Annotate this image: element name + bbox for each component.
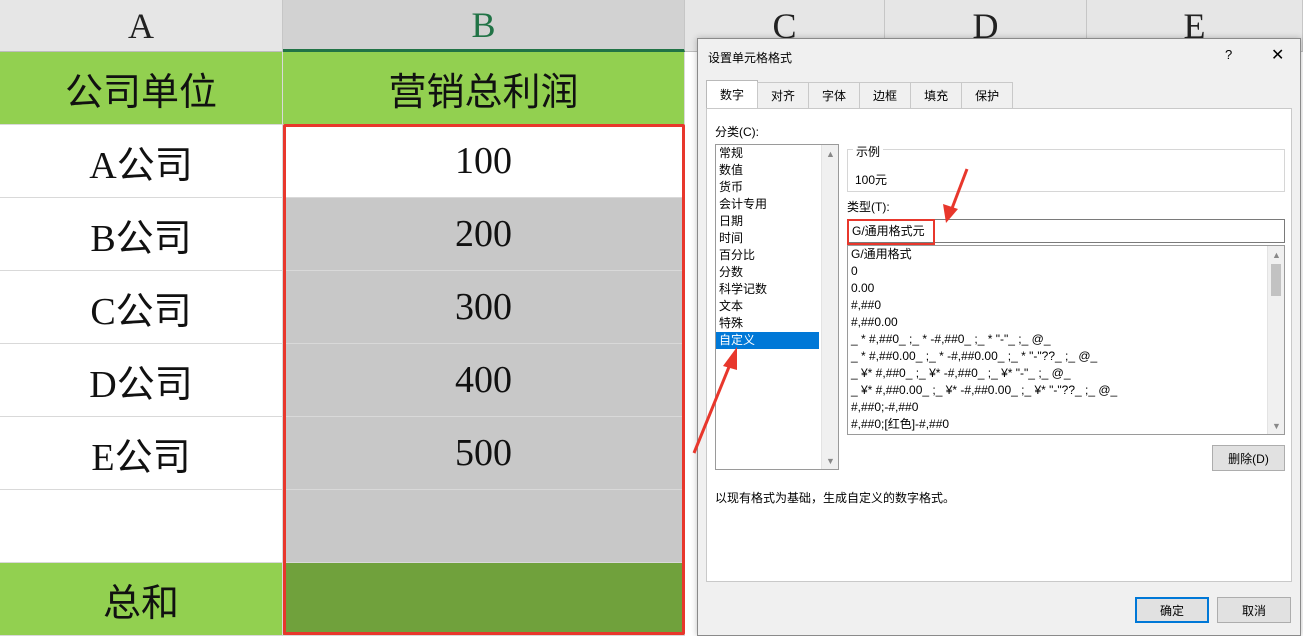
sample-label: 示例 [853,143,884,160]
format-item[interactable]: #,##0.00 [848,314,1284,331]
tab-number[interactable]: 数字 [706,80,759,108]
category-list[interactable]: 常规 数值 货币 会计专用 日期 时间 百分比 分数 科学记数 文本 特殊 自定… [715,144,839,470]
cell-b1-header[interactable]: 营销总利润 [283,52,685,125]
dialog-tabs: 数字 对齐 字体 边框 填充 保护 [706,80,1014,108]
ok-button[interactable]: 确定 [1135,597,1209,623]
category-scrollbar[interactable]: ▲ ▼ [821,145,838,469]
format-list[interactable]: G/通用格式 0 0.00 #,##0 #,##0.00 _ * #,##0_ … [847,245,1285,435]
category-item[interactable]: 分数 [716,264,819,281]
format-item[interactable]: #,##0;-#,##0 [848,399,1284,416]
dialog-title: 设置单元格格式 [708,51,793,65]
scroll-thumb[interactable] [1271,264,1281,296]
cell-empty[interactable] [0,490,283,563]
type-input[interactable]: G/通用格式元 [847,219,1285,243]
category-item[interactable]: 文本 [716,298,819,315]
scroll-down-icon[interactable]: ▼ [1268,417,1284,434]
cell-profit[interactable]: 500 [283,417,685,490]
sample-group [847,149,1285,192]
sample-value: 100元 [855,173,888,187]
format-scrollbar[interactable]: ▲ ▼ [1267,246,1284,434]
format-description: 以现有格式为基础，生成自定义的数字格式。 [715,491,956,505]
cell-company[interactable]: E公司 [0,417,283,490]
cell-company[interactable]: B公司 [0,198,283,271]
tab-protection[interactable]: 保护 [961,82,1014,108]
cell-profit[interactable]: 400 [283,344,685,417]
format-cells-dialog: 设置单元格格式 ? ✕ 数字 对齐 字体 边框 填充 保护 分类(C): 常规 … [697,38,1301,636]
tab-fill[interactable]: 填充 [910,82,963,108]
format-item[interactable]: 0.00 [848,280,1284,297]
number-tab-panel: 分类(C): 常规 数值 货币 会计专用 日期 时间 百分比 分数 科学记数 文… [706,108,1292,582]
tab-border[interactable]: 边框 [859,82,912,108]
category-item-custom[interactable]: 自定义 [716,332,819,349]
category-item[interactable]: 百分比 [716,247,819,264]
category-item[interactable]: 常规 [716,145,819,162]
category-item[interactable]: 特殊 [716,315,819,332]
cell-company[interactable]: C公司 [0,271,283,344]
column-header-a[interactable]: A [0,0,283,52]
category-item[interactable]: 科学记数 [716,281,819,298]
scroll-down-icon[interactable]: ▼ [822,452,839,469]
tab-font[interactable]: 字体 [808,82,861,108]
category-item[interactable]: 会计专用 [716,196,819,213]
cell-company[interactable]: A公司 [0,125,283,198]
cell-profit[interactable]: 100 [283,125,685,198]
cell-empty[interactable] [283,490,685,563]
cell-total-label[interactable]: 总和 [0,563,283,636]
cell-company[interactable]: D公司 [0,344,283,417]
cell-total-value[interactable] [283,563,685,636]
scroll-up-icon[interactable]: ▲ [822,145,839,162]
category-label: 分类(C): [715,125,759,139]
cell-a1-header[interactable]: 公司单位 [0,52,283,125]
format-item[interactable]: 0 [848,263,1284,280]
format-item[interactable]: G/通用格式 [848,246,1284,263]
format-item[interactable]: #,##0;[红色]-#,##0 [848,416,1284,433]
type-label: 类型(T): [847,200,890,214]
format-item[interactable]: _ * #,##0_ ;_ * -#,##0_ ;_ * "-"_ ;_ @_ [848,331,1284,348]
column-header-b[interactable]: B [283,0,685,52]
category-item[interactable]: 货币 [716,179,819,196]
close-icon[interactable]: ✕ [1271,45,1284,65]
category-item[interactable]: 时间 [716,230,819,247]
format-item[interactable]: _ ¥* #,##0.00_ ;_ ¥* -#,##0.00_ ;_ ¥* "-… [848,382,1284,399]
format-item[interactable]: #,##0 [848,297,1284,314]
tab-alignment[interactable]: 对齐 [757,82,810,108]
category-item[interactable]: 数值 [716,162,819,179]
scroll-up-icon[interactable]: ▲ [1268,246,1284,263]
cell-profit[interactable]: 200 [283,198,685,271]
cancel-button[interactable]: 取消 [1217,597,1291,623]
delete-button[interactable]: 删除(D) [1212,445,1285,471]
format-item[interactable]: _ * #,##0.00_ ;_ * -#,##0.00_ ;_ * "-"??… [848,348,1284,365]
category-item[interactable]: 日期 [716,213,819,230]
format-item[interactable]: _ ¥* #,##0_ ;_ ¥* -#,##0_ ;_ ¥* "-"_ ;_ … [848,365,1284,382]
help-button[interactable]: ? [1225,47,1232,62]
cell-profit[interactable]: 300 [283,271,685,344]
